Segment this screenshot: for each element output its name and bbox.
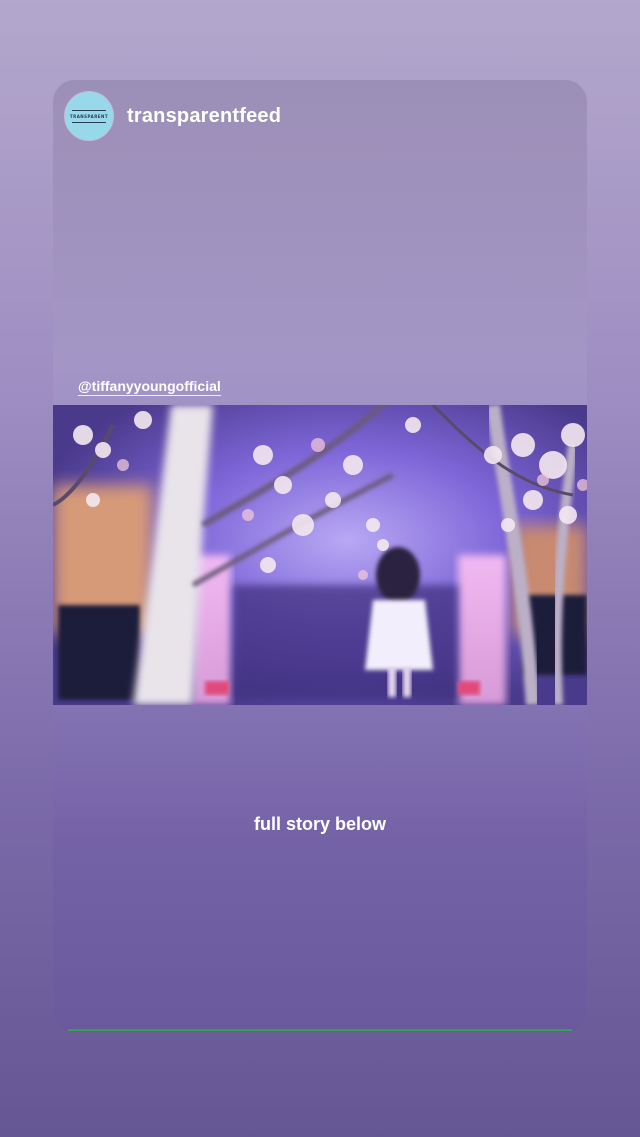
avatar-logo-text: TRANSPARENT xyxy=(69,113,109,119)
avatar[interactable]: TRANSPARENT xyxy=(65,92,113,140)
video-player[interactable] xyxy=(53,405,587,705)
story-progress-bar xyxy=(68,1029,572,1031)
story-card[interactable]: TRANSPARENT transparentfeed @tiffanyyoun… xyxy=(53,80,587,1032)
story-caption: full story below xyxy=(253,814,386,834)
concert-scene-image xyxy=(53,405,587,705)
mention-tag[interactable]: @tiffanyyoungofficial xyxy=(78,378,221,396)
story-header: TRANSPARENT transparentfeed xyxy=(65,92,281,140)
brand-logo-icon: TRANSPARENT xyxy=(69,109,109,123)
username[interactable]: transparentfeed xyxy=(127,105,281,128)
